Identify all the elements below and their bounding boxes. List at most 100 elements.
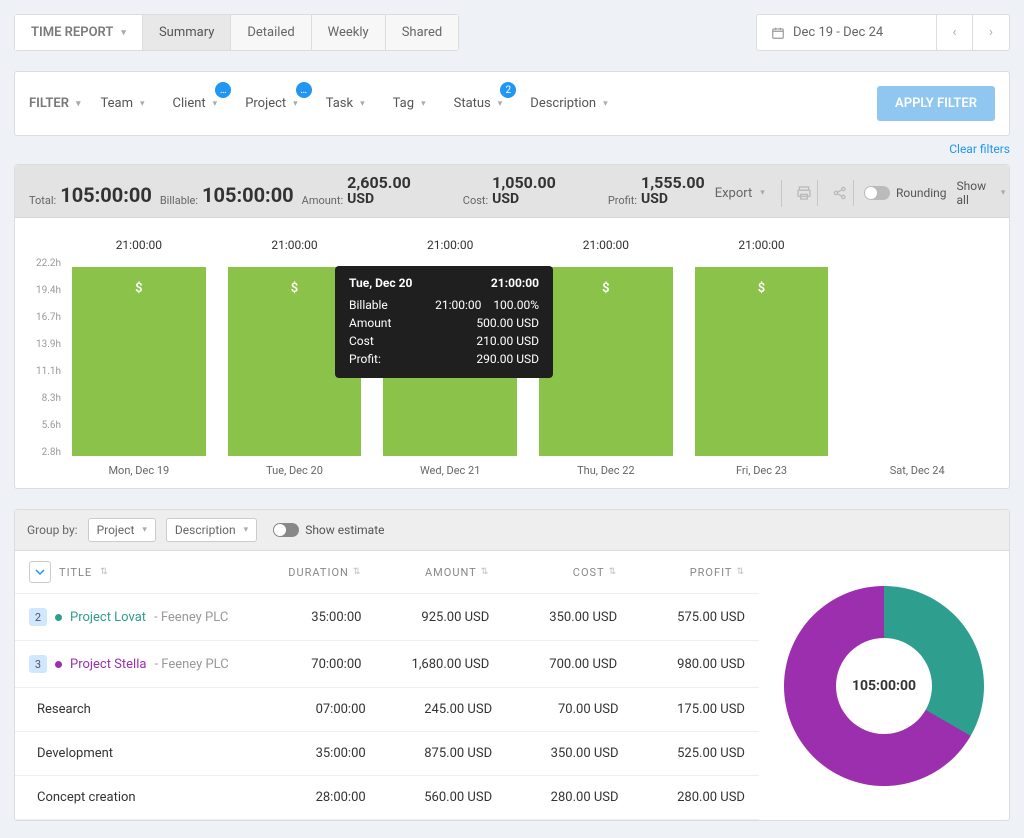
th-duration[interactable]: DURATION [288,566,349,579]
y-axis: 22.2h 19.4h 16.7h 13.9h 11.1h 8.3h 5.6h … [29,258,61,458]
bar-value-label: 21:00:00 [427,238,473,258]
tab-weekly[interactable]: Weekly [312,15,386,50]
filter-status-badge: 2 [500,82,516,98]
cell-amount: 875.00 USD [366,746,492,761]
report-type-dropdown[interactable]: TIME REPORT [15,15,143,50]
cell-profit: 175.00 USD [619,702,745,717]
task-row[interactable]: Development35:00:00875.00 USD350.00 USD5… [15,732,759,776]
calendar-icon [771,26,785,40]
filter-bar: FILTER Team Client… Project… Task Tag St… [14,71,1010,136]
report-tabs: TIME REPORT Summary Detailed Weekly Shar… [14,14,459,51]
billable-value: 105:00:00 [202,183,294,207]
bar-category-label: Tue, Dec 20 [266,464,323,478]
show-estimate-label: Show estimate [305,523,384,537]
group-select-1[interactable]: Project [88,518,156,542]
project-name: Project Stella [70,657,146,672]
summary-panel: Total:105:00:00 Billable:105:00:00 Amoun… [14,164,1010,489]
print-icon[interactable] [792,180,818,206]
bar-value-label: 21:00:00 [738,238,784,258]
task-row[interactable]: Research 07:00:00245.00 USD70.00 USD175.0… [15,688,759,732]
bar-column[interactable]: Sat, Dec 24 [839,238,995,478]
filter-team[interactable]: Team [87,88,159,119]
cost-value: 1,050.00 [492,175,556,191]
cell-cost: 350.00 USD [489,610,617,625]
clear-filters-link[interactable]: Clear filters [14,142,1010,156]
date-prev-button[interactable]: ‹ [937,15,973,50]
cost-label: Cost: [463,194,488,207]
cell-duration: 70:00:00 [234,657,362,672]
cell-cost: 280.00 USD [492,790,618,805]
profit-currency: USD [641,191,705,207]
project-color-dot [55,614,62,621]
task-name: Development [37,746,113,761]
cell-cost: 70.00 USD [492,702,618,717]
cell-profit: 575.00 USD [617,610,745,625]
tab-detailed[interactable]: Detailed [231,15,311,50]
bar-value-label: 21:00:00 [116,238,162,258]
report-table: TITLE⇅ DURATION⇅ AMOUNT⇅ COST⇅ PROFIT⇅ 2… [15,551,759,820]
bar-category-label: Fri, Dec 23 [736,464,787,478]
share-icon[interactable] [828,180,854,206]
filter-task[interactable]: Task [312,88,379,119]
profit-value: 1,555.00 [641,175,705,191]
bar-category-label: Sat, Dec 24 [890,464,945,478]
bar-value-label: 21:00:00 [583,238,629,258]
project-row[interactable]: 3Project Stella- Feeney PLC70:00:001,680… [15,641,759,688]
amount-currency: USD [347,191,411,207]
cell-profit: 980.00 USD [617,657,745,672]
th-profit[interactable]: PROFIT [690,566,733,579]
tab-shared[interactable]: Shared [386,15,458,50]
cell-duration: 07:00:00 [239,702,365,717]
project-row[interactable]: 2Project Lovat- Feeney PLC35:00:00925.00… [15,594,759,641]
bar-value-label: 21:00:00 [271,238,317,258]
cell-duration: 28:00:00 [239,790,365,805]
th-cost[interactable]: COST [573,566,605,579]
th-amount[interactable]: AMOUNT [425,566,477,579]
filter-tag[interactable]: Tag [379,88,440,119]
cell-profit: 525.00 USD [619,746,745,761]
export-dropdown[interactable]: Export [707,180,782,207]
date-range-button[interactable]: Dec 19 - Dec 24 [757,15,937,50]
showall-dropdown[interactable]: Show all [957,179,1006,207]
cell-profit: 280.00 USD [619,790,745,805]
bar[interactable]: $ [695,267,829,456]
cell-cost: 700.00 USD [489,657,617,672]
filter-label[interactable]: FILTER [29,96,81,111]
group-select-2[interactable]: Description [166,518,257,542]
date-next-button[interactable]: › [973,15,1009,50]
group-bar: Group by: Project Description Show estim… [15,510,1009,551]
cell-duration: 35:00:00 [234,610,362,625]
filter-status[interactable]: Status2 [440,88,517,119]
cell-amount: 245.00 USD [366,702,492,717]
cell-cost: 350.00 USD [492,746,618,761]
filter-client[interactable]: Client… [159,88,232,119]
table-panel: Group by: Project Description Show estim… [14,509,1010,821]
bar-chart: 22.2h 19.4h 16.7h 13.9h 11.1h 8.3h 5.6h … [15,218,1009,488]
bar-column[interactable]: 21:00:00$Mon, Dec 19 [61,238,217,478]
group-by-label: Group by: [27,523,78,537]
cell-amount: 925.00 USD [361,610,489,625]
project-name: Project Lovat [70,610,146,625]
task-row[interactable]: Concept creation28:00:00560.00 USD280.00… [15,776,759,820]
task-name: Research [37,702,91,717]
th-title[interactable]: TITLE [59,566,92,579]
total-value: 105:00:00 [60,183,152,207]
filter-project-badge: … [296,82,312,98]
bar[interactable]: $ [72,267,206,456]
show-estimate-toggle[interactable]: Show estimate [273,523,384,537]
amount-value: 2,605.00 [347,175,411,191]
profit-label: Profit: [608,194,637,207]
client-name: - Feeney PLC [154,610,228,625]
bar-category-label: Thu, Dec 22 [577,464,634,478]
apply-filter-button[interactable]: APPLY FILTER [877,86,995,121]
bar[interactable]: $ [539,267,673,456]
tab-summary[interactable]: Summary [143,15,231,50]
table-header: TITLE⇅ DURATION⇅ AMOUNT⇅ COST⇅ PROFIT⇅ [15,551,759,594]
rounding-toggle[interactable]: Rounding [864,186,947,200]
bar-column[interactable]: 21:00:00 $ Fri, Dec 23 [684,238,840,478]
filter-project[interactable]: Project… [231,88,312,119]
collapse-all-button[interactable] [29,561,51,583]
filter-description[interactable]: Description [516,88,621,119]
billable-label: Billable: [160,194,198,207]
row-count-chip: 3 [29,655,47,673]
